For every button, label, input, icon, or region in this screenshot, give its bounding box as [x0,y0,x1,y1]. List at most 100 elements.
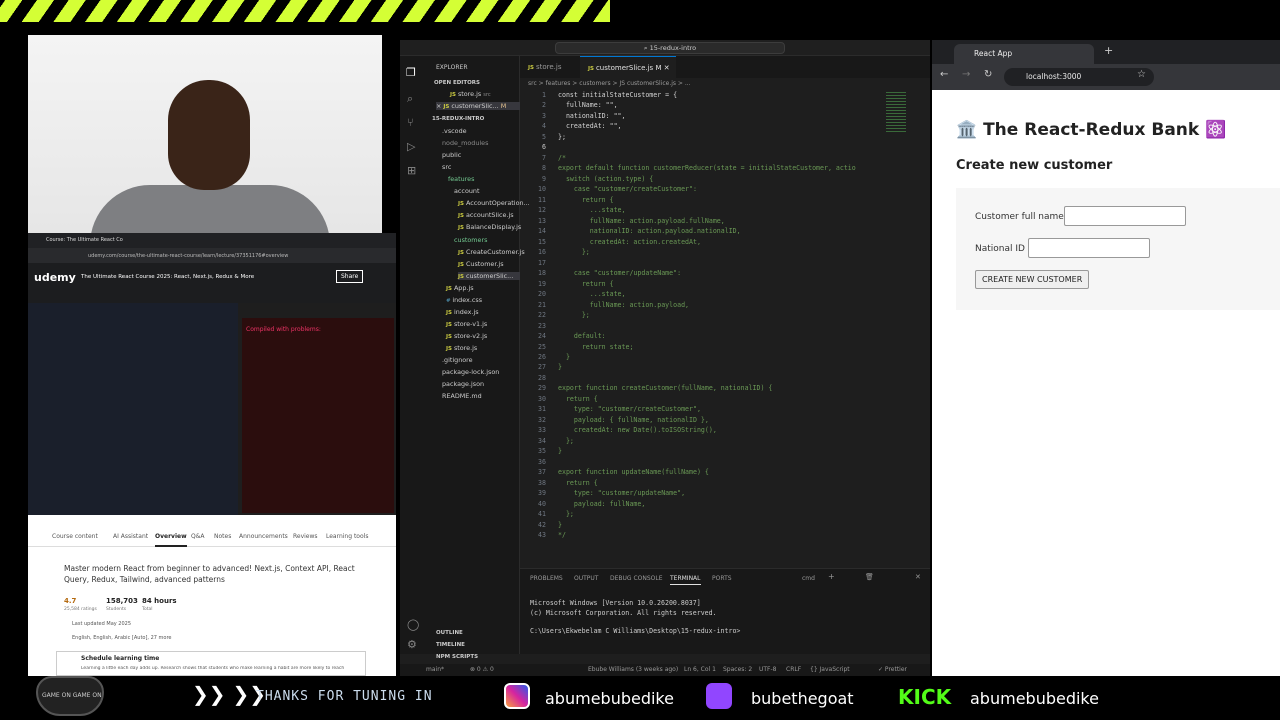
udemy-tab[interactable]: Course: The Ultimate React Co [46,237,123,243]
source-control-icon[interactable]: ⑂ [407,116,414,129]
code-line[interactable]: type: "customer/updateName", [558,488,685,498]
open-editor-item[interactable]: × JS customerSlic... M [436,102,520,110]
browser-tab-react-app[interactable]: React App [954,44,1094,64]
code-line[interactable]: fullName: action.payload, [558,300,689,310]
code-line[interactable]: nationalID: action.payload.nationalID, [558,226,741,236]
code-line[interactable]: switch (action.type) { [558,174,653,184]
code-line[interactable]: export default function customerReducer(… [558,163,856,173]
code-line[interactable]: case "customer/createCustomer": [558,184,697,194]
code-line[interactable]: /* [558,153,566,163]
code-line[interactable]: nationalID: "", [558,111,626,121]
tree-item[interactable]: JS customerSlic... [458,272,520,280]
language-mode[interactable]: {} JavaScript [810,664,850,676]
terminal-prompt[interactable]: C:\Users\Ekwebelam C Williams\Desktop\15… [530,627,740,635]
close-icon[interactable]: ✕ [664,64,670,72]
code-line[interactable]: createdAt: new Date().toISOString(), [558,425,717,435]
code-line[interactable]: fullName: "", [558,100,618,110]
reload-icon[interactable]: ↻ [984,69,992,80]
lecture-video[interactable]: Compiled with problems: [28,303,396,515]
tree-item[interactable]: # index.css [446,296,482,304]
tab-store-js[interactable]: JS store.js [520,56,580,78]
address-bar[interactable]: localhost:3000 [1004,68,1154,86]
code-line[interactable]: ...state, [558,205,626,215]
code-line[interactable]: }; [558,509,574,519]
tree-item[interactable]: src [442,163,451,171]
share-button[interactable]: Share [336,270,364,283]
new-terminal-icon[interactable]: + [828,572,835,581]
tree-item[interactable]: JS store-v1.js [446,320,487,328]
close-panel-icon[interactable]: ✕ [915,573,921,581]
tab-announcements[interactable]: Announcements [239,533,288,540]
code-line[interactable]: export function updateName(fullName) { [558,467,709,477]
trash-icon[interactable]: 🗑 [865,573,874,581]
code-line[interactable]: const initialStateCustomer = { [558,90,677,100]
open-editor-item[interactable]: JS store.js src [450,90,491,98]
code-line[interactable]: }; [558,310,590,320]
open-editors-header[interactable]: OPEN EDITORS [434,80,480,86]
code-line[interactable]: payload: fullName, [558,499,645,509]
tree-item[interactable]: features [448,175,474,183]
explorer-icon[interactable]: ❐ [406,66,416,79]
schedule-card[interactable]: Schedule learning time Learning a little… [56,651,366,676]
account-icon[interactable]: ◯ [407,618,419,631]
code-line[interactable]: return { [558,279,614,289]
tree-item[interactable]: .gitignore [442,356,473,364]
tree-item[interactable]: JS Customer.js [458,260,504,268]
terminal-shell-selector[interactable]: cmd [802,575,815,582]
code-editor[interactable]: 1 const initialStateCustomer = {2 fullNam… [520,90,880,605]
prettier-status[interactable]: ✓ Prettier [878,664,907,676]
code-line[interactable]: } [558,446,562,456]
code-line[interactable]: } [558,352,570,362]
create-customer-button[interactable]: CREATE NEW CUSTOMER [975,270,1090,289]
tab-notes[interactable]: Notes [214,533,231,540]
problems-indicator[interactable]: ⊗ 0 ⚠ 0 [470,664,494,676]
tree-item[interactable]: README.md [442,392,482,400]
code-line[interactable]: default: [558,331,606,341]
tab-course-content[interactable]: Course content [52,533,98,540]
tree-item[interactable]: JS BalanceDisplay.js [458,223,521,231]
settings-gear-icon[interactable]: ⚙ [407,638,417,651]
forward-icon[interactable]: → [962,69,970,80]
minimap[interactable] [880,90,930,390]
timeline-header[interactable]: TIMELINE [436,642,465,648]
bookmark-star-icon[interactable]: ☆ [1137,69,1146,80]
search-icon[interactable]: ⌕ [407,92,413,106]
project-header[interactable]: 15-REDUX-INTRO [432,116,484,122]
tree-item[interactable]: JS accountSlice.js [458,211,514,219]
tree-item[interactable]: JS index.js [446,308,479,316]
tree-item[interactable]: JS App.js [446,284,474,292]
code-line[interactable]: case "customer/updateName": [558,268,681,278]
tab-reviews[interactable]: Reviews [293,533,318,540]
tree-item[interactable]: customers [454,236,487,244]
code-line[interactable]: createdAt: "", [558,121,622,131]
tab-ai-assistant[interactable]: AI Assistant [113,533,148,540]
new-tab-icon[interactable]: + [1104,44,1113,57]
run-debug-icon[interactable]: ▷ [407,140,415,153]
tree-item[interactable]: JS store-v2.js [446,332,487,340]
full-name-input[interactable] [1064,206,1186,226]
code-line[interactable]: }; [558,247,590,257]
panel-tab-problems[interactable]: PROBLEMS [530,575,563,582]
tree-item[interactable]: .vscode [442,127,467,135]
line-ending[interactable]: CRLF [786,664,801,676]
tree-item[interactable]: node_modules [442,139,488,147]
tree-item[interactable]: JS AccountOperation... [458,199,530,207]
tree-item[interactable]: JS store.js [446,344,477,352]
tree-item[interactable]: public [442,151,461,159]
code-line[interactable]: }; [558,436,574,446]
tree-item[interactable]: account [454,187,479,195]
command-center-search[interactable]: ⌕ 15-redux-intro [555,42,785,54]
national-id-input[interactable] [1028,238,1150,258]
outline-header[interactable]: OUTLINE [436,630,463,636]
panel-tab-output[interactable]: OUTPUT [574,575,598,582]
extensions-icon[interactable]: ⊞ [407,164,416,177]
code-line[interactable]: createdAt: action.createdAt, [558,237,701,247]
cursor-position[interactable]: Ln 6, Col 1 [684,664,716,676]
code-line[interactable]: payload: { fullName, nationalID }, [558,415,709,425]
panel-tab-ports[interactable]: PORTS [712,575,732,582]
tab-learning-tools[interactable]: Learning tools [326,533,368,540]
tab-overview[interactable]: Overview [155,533,187,547]
tab-customer-slice[interactable]: JS customerSlice.js M ✕ [580,56,676,78]
panel-tab-terminal[interactable]: TERMINAL [670,575,701,585]
code-line[interactable]: fullName: action.payload.fullName, [558,216,725,226]
